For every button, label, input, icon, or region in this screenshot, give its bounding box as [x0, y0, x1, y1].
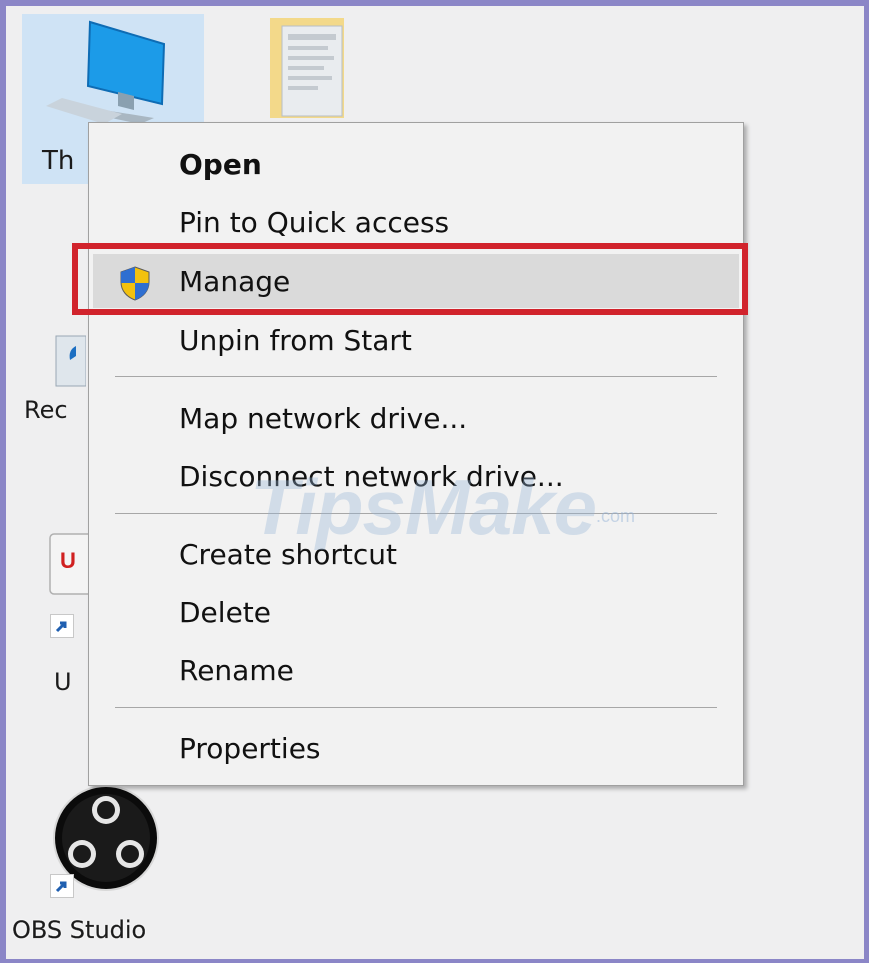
recycle-bin-label: Rec — [24, 396, 68, 424]
menu-item-map-network-drive[interactable]: Map network drive... — [93, 391, 739, 445]
unikey-label: U — [54, 668, 72, 696]
this-pc-label: Th — [42, 146, 75, 176]
menu-item-disconnect-network-drive[interactable]: Disconnect network drive... — [93, 449, 739, 503]
menu-item-properties[interactable]: Properties — [93, 721, 739, 775]
menu-separator — [115, 376, 717, 377]
menu-item-label: Open — [179, 147, 262, 181]
menu-item-pin-to-quick-access[interactable]: Pin to Quick access — [93, 195, 739, 249]
menu-item-label: Delete — [179, 595, 271, 629]
folder-graphic-icon — [270, 18, 344, 118]
menu-item-label: Unpin from Start — [179, 323, 412, 357]
unikey-graphic-icon: U — [49, 533, 97, 595]
highlight-annotation-box — [72, 243, 748, 315]
watermark-suffix: .com — [596, 506, 636, 526]
menu-item-label: Map network drive... — [179, 401, 468, 435]
menu-item-delete[interactable]: Delete — [93, 585, 739, 639]
menu-item-unpin-from-start[interactable]: Unpin from Start — [93, 313, 739, 367]
menu-item-label: Properties — [179, 731, 321, 765]
recycle-graphic-icon — [55, 335, 87, 387]
shortcut-arrow-icon — [50, 874, 74, 898]
desktop: Th Rec U U OBS Studio Open Pin to Quick … — [6, 6, 864, 959]
menu-item-create-shortcut[interactable]: Create shortcut — [93, 527, 739, 581]
menu-item-label: Create shortcut — [179, 537, 398, 571]
menu-item-rename[interactable]: Rename — [93, 643, 739, 697]
recycle-bin-icon[interactable] — [16, 306, 87, 446]
menu-separator — [115, 707, 717, 708]
menu-item-label: Pin to Quick access — [179, 205, 450, 239]
shortcut-arrow-icon — [50, 614, 74, 638]
menu-item-label: Disconnect network drive... — [179, 459, 564, 493]
obs-studio-icon[interactable] — [46, 782, 166, 912]
folder-icon[interactable] — [264, 14, 350, 124]
screenshot-frame: Th Rec U U OBS Studio Open Pin to Quick … — [0, 0, 869, 963]
menu-item-open[interactable]: Open — [93, 137, 739, 191]
svg-text:U: U — [60, 548, 76, 573]
obs-studio-label: OBS Studio — [12, 916, 147, 944]
menu-item-label: Rename — [179, 653, 294, 687]
context-menu: Open Pin to Quick access Manage Unpin fr… — [88, 122, 744, 786]
